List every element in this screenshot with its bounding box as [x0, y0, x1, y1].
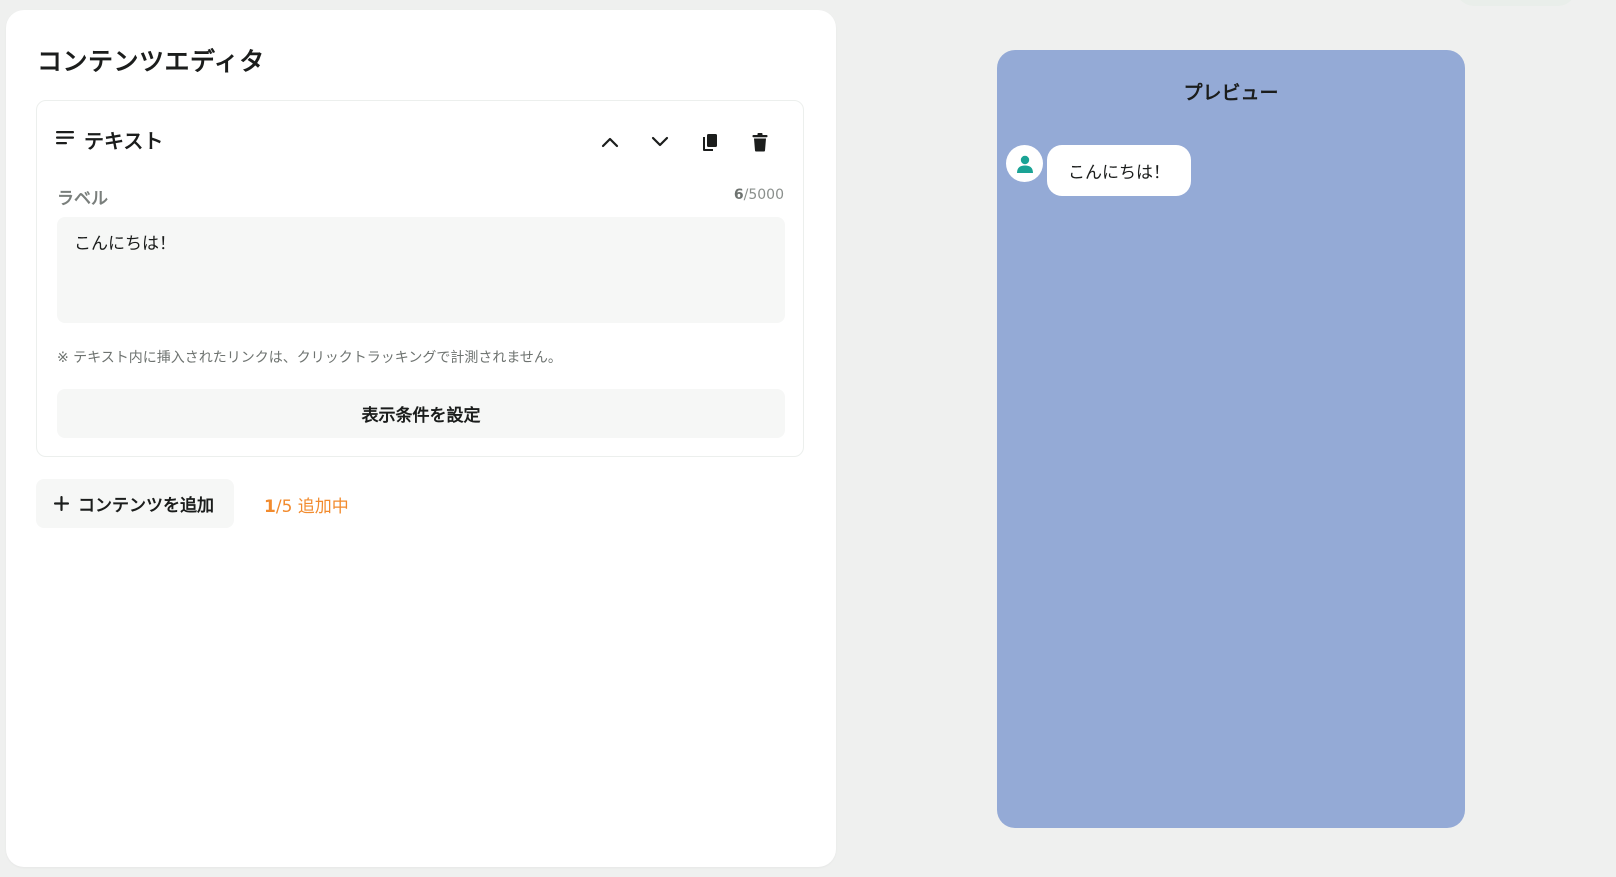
top-right-decoration [1456, 0, 1576, 6]
chevron-up-icon [601, 137, 619, 148]
delete-button[interactable] [735, 117, 785, 167]
field-label: ラベル [57, 189, 108, 209]
char-count-current: 6 [733, 187, 744, 203]
char-count-max: /5000 [743, 187, 784, 203]
text-lines-icon [56, 130, 74, 149]
link-tracking-note: ※ テキスト内に挿入されたリンクは、クリックトラッキングで計測されません。 [57, 350, 562, 366]
content-count-rest: /5 追加中 [275, 497, 349, 517]
content-count-status: 1/5 追加中 [264, 492, 349, 517]
message-text-input[interactable] [57, 217, 785, 323]
set-display-condition-button[interactable]: 表示条件を設定 [57, 389, 785, 438]
copy-icon [703, 133, 717, 151]
move-down-button[interactable] [635, 117, 685, 167]
block-type-label: テキスト [84, 129, 164, 153]
block-header: テキスト [56, 125, 163, 154]
add-content-label: コンテンツを追加 [78, 496, 214, 516]
content-count-current: 1 [264, 497, 276, 517]
avatar [1006, 145, 1043, 182]
plus-icon [54, 496, 69, 511]
editor-title: コンテンツエディタ [37, 47, 265, 76]
preview-message: こんにちは！ [1006, 145, 1191, 196]
preview-panel: プレビュー こんにちは！ [997, 50, 1465, 828]
message-bubble: こんにちは！ [1047, 145, 1191, 196]
block-actions [585, 117, 785, 167]
duplicate-button[interactable] [685, 117, 735, 167]
char-count: 6/5000 [734, 187, 784, 203]
chevron-down-icon [651, 136, 669, 147]
content-editor-panel: コンテンツエディタ テキスト ラベル 6/5000 こんにちは！ ※ テキスト内… [6, 10, 836, 867]
text-block-card: テキスト ラベル 6/5000 こんにちは！ ※ テキスト内に挿入されたリンクは… [36, 100, 804, 457]
user-icon [1016, 155, 1033, 173]
preview-title: プレビュー [1183, 82, 1279, 104]
add-content-button[interactable]: コンテンツを追加 [36, 479, 234, 528]
move-up-button[interactable] [585, 117, 635, 167]
trash-icon [752, 132, 768, 151]
